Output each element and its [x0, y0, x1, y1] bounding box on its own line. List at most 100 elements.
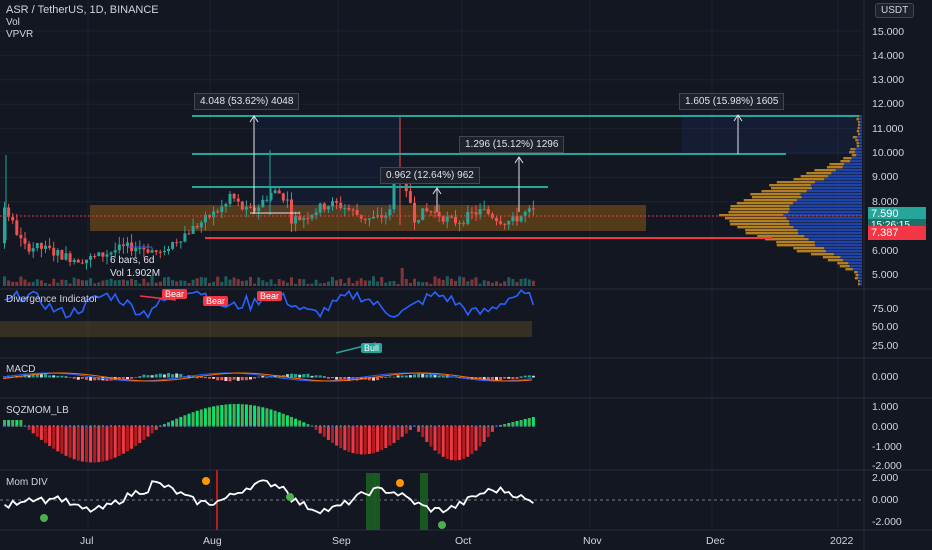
candle-body: [199, 222, 203, 228]
volume-bar: [359, 278, 363, 286]
vpvr-bar: [859, 115, 862, 118]
price-axis-label: 10.000: [872, 147, 905, 159]
macd-histogram-bar: [302, 374, 306, 378]
vpvr-bar: [829, 163, 845, 166]
squeeze-dot: [224, 425, 227, 427]
volume-bar: [380, 277, 384, 286]
volume-bar: [199, 276, 203, 286]
volume-bar: [191, 279, 195, 286]
symbol-title[interactable]: ASR / TetherUS, 1D, BINANCE: [6, 4, 159, 16]
vpvr-bar: [858, 133, 860, 136]
divergence-axis-label: 25.00: [872, 340, 899, 352]
squeeze-dot: [85, 425, 88, 427]
vpvr-bar: [842, 166, 862, 169]
vpvr-bar: [797, 229, 862, 232]
macd-histogram-bar: [331, 377, 334, 379]
price-axis-label: 6.000: [872, 245, 899, 257]
sqzmom-bar: [367, 426, 371, 455]
volume-bar: [146, 282, 150, 286]
sqzmom-pane-title[interactable]: SQZMOM_LB: [6, 405, 69, 416]
divergence-pane-title[interactable]: Divergence Indicator: [6, 294, 98, 305]
macd-histogram-bar: [240, 377, 244, 381]
sqzmom-bar: [396, 426, 400, 440]
candle-body: [306, 218, 310, 220]
price-axis-label: 9.000: [872, 171, 899, 183]
sqzmom-bar: [462, 426, 466, 459]
squeeze-dot: [28, 425, 31, 427]
candle-body: [466, 211, 470, 224]
candle-body: [171, 242, 175, 249]
candle-body: [285, 199, 289, 201]
sqzmom-bar: [458, 426, 462, 461]
sqzmom-bar: [93, 426, 97, 463]
sqzmom-bar: [97, 426, 101, 463]
divergence-marker: [396, 479, 404, 487]
macd-histogram-bar: [138, 376, 142, 378]
volume-bar: [19, 276, 23, 286]
candle-body: [367, 218, 371, 220]
candle-body: [527, 208, 531, 212]
sqzmom-bar: [105, 426, 109, 461]
indicator-vol-label[interactable]: Vol: [6, 17, 20, 28]
macd-histogram-bar: [158, 373, 162, 378]
squeeze-dot: [483, 425, 486, 427]
sqzmom-bar: [138, 426, 142, 443]
volume-bar: [531, 280, 535, 286]
volume-bar: [290, 277, 293, 286]
vpvr-bar: [730, 208, 790, 211]
macd-histogram-bar: [142, 374, 146, 378]
candle-body: [449, 216, 453, 218]
macd-pane-title[interactable]: MACD: [6, 364, 35, 375]
squeeze-dot: [171, 425, 174, 427]
macd-histogram-bar: [413, 374, 416, 378]
candle-body: [331, 201, 334, 207]
squeeze-dot: [179, 425, 182, 427]
sqzmom-bar: [355, 426, 359, 455]
candle-body: [48, 245, 52, 248]
sqzmom-bar: [400, 426, 404, 437]
sqzmom-bar: [249, 404, 252, 427]
sqzmom-bar: [191, 412, 195, 427]
indicator-vpvr-label[interactable]: VPVR: [6, 29, 33, 40]
sqzmom-bar: [421, 426, 425, 438]
measure-label-4[interactable]: 0.962 (12.64%) 962: [380, 167, 480, 184]
momdiv-pane-title[interactable]: Mom DIV: [6, 477, 48, 488]
vpvr-bar: [858, 142, 862, 145]
vpvr-bar: [858, 139, 862, 142]
volume-bar: [408, 282, 412, 286]
sqzmom-bar: [257, 406, 261, 427]
candle-body: [351, 209, 355, 211]
volume-bar: [343, 283, 347, 286]
candle-body: [195, 225, 199, 228]
volume-bar: [48, 283, 52, 286]
sqzmom-bar: [326, 426, 330, 440]
volume-bar: [97, 282, 101, 286]
candle-body: [175, 242, 179, 244]
squeeze-dot: [405, 425, 408, 427]
macd-histogram-bar: [236, 377, 240, 381]
sqzmom-bar: [384, 426, 388, 449]
sqzmom-bar: [134, 426, 138, 446]
price-axis-label: 5.000: [872, 269, 899, 281]
vpvr-bar: [859, 133, 862, 136]
measure-label-2[interactable]: 1.605 (15.98%) 1605: [679, 93, 785, 110]
measure-label-3[interactable]: 1.296 (15.12%) 1296: [459, 136, 565, 153]
candle-body: [228, 193, 232, 204]
macd-histogram-bar: [68, 377, 72, 378]
vpvr-bar: [856, 154, 862, 157]
macd-histogram-bar: [85, 377, 88, 380]
macd-histogram-bar: [146, 375, 150, 378]
volume-bar: [93, 283, 97, 286]
measure-label-1[interactable]: 4.048 (53.62%) 4048: [194, 93, 300, 110]
candle-body: [355, 210, 359, 215]
macd-histogram-bar: [60, 375, 64, 378]
sqzmom-bar: [236, 404, 240, 427]
candle-body: [339, 202, 343, 209]
volume-bar: [523, 278, 527, 286]
sqzmom-bar: [376, 426, 380, 452]
mom-axis-label: 0.000: [872, 494, 899, 506]
squeeze-dot: [204, 425, 207, 427]
volume-bar: [326, 281, 330, 286]
currency-button[interactable]: USDT: [875, 3, 915, 18]
vpvr-bar: [783, 214, 862, 217]
